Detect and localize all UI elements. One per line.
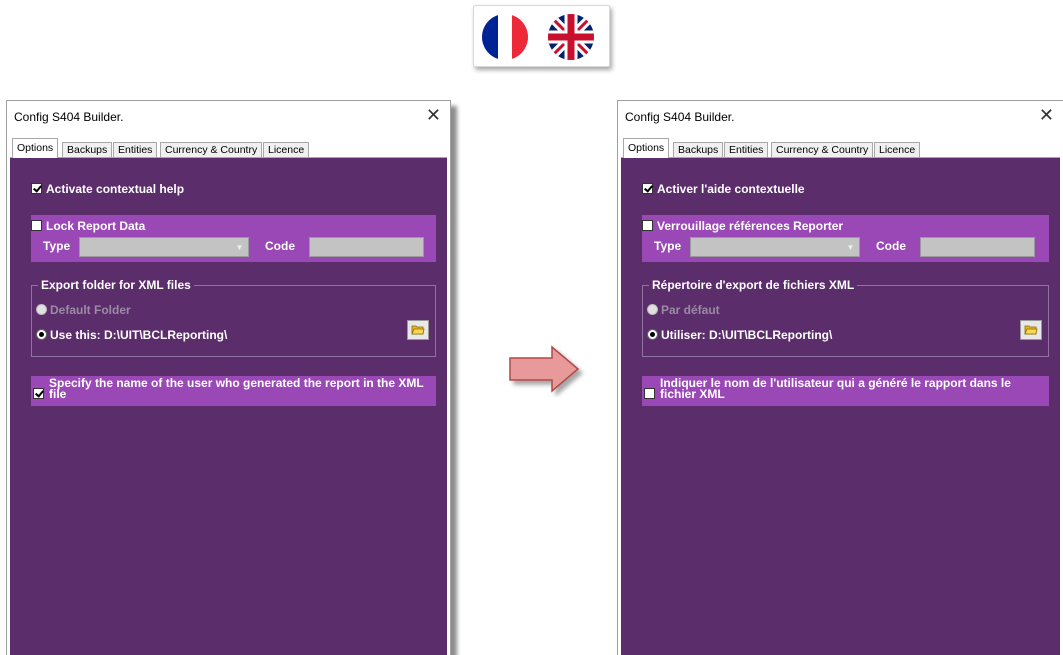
- use-folder-option[interactable]: Utiliser: D:\UIT\BCLReporting\: [647, 328, 832, 342]
- code-input[interactable]: [920, 237, 1035, 257]
- export-folder-legend: Export folder for XML files: [38, 278, 194, 292]
- folder-icon: [1024, 325, 1038, 335]
- chevron-down-icon: ▼: [235, 243, 244, 252]
- lock-report-checkbox[interactable]: [642, 220, 653, 231]
- use-folder-radio[interactable]: [36, 329, 47, 340]
- type-label: Type: [43, 239, 71, 253]
- lock-report-checkbox[interactable]: [31, 220, 42, 231]
- default-folder-radio[interactable]: [647, 304, 658, 315]
- tab-backups[interactable]: Backups: [673, 142, 724, 158]
- tab-options[interactable]: Options: [623, 138, 670, 158]
- tab-licence[interactable]: Licence: [263, 142, 310, 158]
- user-name-panel[interactable]: Indiquer le nom de l'utilisateur qui a g…: [642, 376, 1049, 406]
- use-folder-label: Utiliser: D:\UIT\BCLReporting\: [661, 328, 833, 342]
- default-folder-label: Par défaut: [661, 303, 720, 317]
- folder-icon: [411, 325, 425, 335]
- default-folder-option[interactable]: Default Folder: [36, 303, 131, 317]
- close-icon[interactable]: ✕: [1039, 105, 1054, 125]
- lock-report-label: Lock Report Data: [46, 219, 146, 233]
- browse-folder-button[interactable]: [407, 320, 429, 340]
- type-select[interactable]: ▼: [79, 237, 249, 257]
- tab-entities[interactable]: Entities: [724, 142, 769, 158]
- config-window-english: Config S404 Builder. ✕ Options Backups E…: [6, 100, 451, 655]
- contextual-help-label: Activate contextual help: [46, 182, 185, 196]
- title-bar: Config S404 Builder. ✕: [618, 101, 1063, 133]
- lock-report-row[interactable]: Lock Report Data: [31, 219, 145, 233]
- use-folder-option[interactable]: Use this: D:\UIT\BCLReporting\: [36, 328, 227, 342]
- code-input[interactable]: [309, 237, 424, 257]
- tab-currency-country[interactable]: Currency & Country: [160, 142, 263, 158]
- export-folder-legend: Répertoire d'export de fichiers XML: [649, 278, 858, 292]
- user-name-checkbox[interactable]: [33, 388, 44, 399]
- config-window-french: Config S404 Builder. ✕ Options Backups E…: [617, 100, 1063, 655]
- code-label: Code: [265, 239, 295, 253]
- lock-report-panel: Verrouillage références Reporter Type ▼ …: [642, 215, 1049, 262]
- user-name-panel[interactable]: Specify the name of the user who generat…: [31, 376, 436, 406]
- default-folder-radio[interactable]: [36, 304, 47, 315]
- use-folder-label: Use this: D:\UIT\BCLReporting\: [50, 328, 228, 342]
- title-bar: Config S404 Builder. ✕: [7, 101, 450, 133]
- type-label: Type: [654, 239, 682, 253]
- contextual-help-label: Activer l'aide contextuelle: [657, 182, 805, 196]
- default-folder-option[interactable]: Par défaut: [647, 303, 720, 317]
- window-title: Config S404 Builder.: [625, 110, 735, 124]
- france-flag-icon[interactable]: [482, 14, 528, 60]
- tab-backups[interactable]: Backups: [62, 142, 113, 158]
- window-title: Config S404 Builder.: [14, 110, 124, 124]
- user-name-checkbox[interactable]: [644, 388, 655, 399]
- tab-entities[interactable]: Entities: [113, 142, 158, 158]
- uk-flag-icon[interactable]: [548, 14, 594, 60]
- tab-currency-country[interactable]: Currency & Country: [771, 142, 874, 158]
- contextual-help-checkbox[interactable]: [642, 183, 653, 194]
- type-select[interactable]: ▼: [690, 237, 860, 257]
- options-panel: Activate contextual help Lock Report Dat…: [10, 157, 447, 655]
- chevron-down-icon: ▼: [846, 243, 855, 252]
- user-name-label: Indiquer le nom de l'utilisateur qui a g…: [660, 376, 1011, 401]
- language-flags: [473, 5, 610, 67]
- export-folder-group: Répertoire d'export de fichiers XML Par …: [642, 278, 1049, 357]
- lock-report-row[interactable]: Verrouillage références Reporter: [642, 219, 843, 233]
- tab-bar: Options Backups Entities Currency & Coun…: [10, 136, 447, 158]
- tab-options[interactable]: Options: [12, 138, 59, 158]
- contextual-help-row[interactable]: Activate contextual help: [31, 182, 184, 196]
- browse-folder-button[interactable]: [1020, 320, 1042, 340]
- use-folder-radio[interactable]: [647, 329, 658, 340]
- default-folder-label: Default Folder: [50, 303, 131, 317]
- contextual-help-row[interactable]: Activer l'aide contextuelle: [642, 182, 805, 196]
- contextual-help-checkbox[interactable]: [31, 183, 42, 194]
- user-name-label: Specify the name of the user who generat…: [49, 376, 424, 401]
- lock-report-panel: Lock Report Data Type ▼ Code: [31, 215, 436, 262]
- export-folder-group: Export folder for XML files Default Fold…: [31, 278, 436, 357]
- tab-licence[interactable]: Licence: [874, 142, 921, 158]
- tab-bar: Options Backups Entities Currency & Coun…: [621, 136, 1060, 158]
- lock-report-label: Verrouillage références Reporter: [657, 219, 844, 233]
- options-panel: Activer l'aide contextuelle Verrouillage…: [621, 157, 1060, 655]
- close-icon[interactable]: ✕: [426, 105, 441, 125]
- code-label: Code: [876, 239, 906, 253]
- right-arrow-icon: [508, 345, 588, 397]
